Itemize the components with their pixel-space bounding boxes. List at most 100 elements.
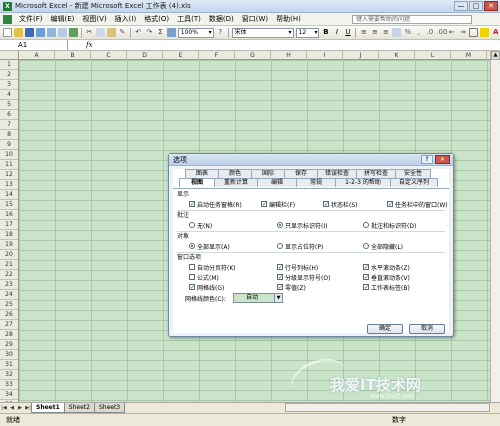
column-header[interactable]: K [379, 51, 415, 60]
currency-icon[interactable]: % [403, 28, 412, 37]
column-header[interactable]: B [55, 51, 91, 60]
undo-icon[interactable]: ↶ [134, 28, 143, 37]
opt-show-all[interactable]: 全部显示(A) [189, 242, 230, 251]
row-header[interactable]: 15 [0, 200, 18, 210]
row-header[interactable]: 20 [0, 250, 18, 260]
radio-icon[interactable] [363, 222, 369, 228]
font-color-icon[interactable]: A [491, 28, 500, 37]
maximize-button[interactable]: □ [469, 1, 483, 11]
opt-status-bar[interactable]: ✓ 状态栏(S) [323, 200, 358, 209]
row-header[interactable]: 17 [0, 220, 18, 230]
radio-icon[interactable] [277, 243, 283, 249]
checkbox-checked-icon[interactable]: ✓ [323, 201, 329, 208]
font-select[interactable]: 宋体 [231, 27, 294, 38]
opt-windows-in-taskbar[interactable]: ✓ 任务栏中的窗口(W) [387, 200, 448, 209]
decrease-decimal-icon[interactable]: .00 [436, 28, 447, 37]
bold-button[interactable]: B [321, 28, 330, 37]
chart-wizard-icon[interactable] [166, 28, 176, 37]
tab-error-checking[interactable]: 错误检查 [317, 169, 357, 178]
tab-calculation[interactable]: 重新计算 [214, 178, 258, 187]
opt-startup-task-pane[interactable]: ✓ 启动任务窗格(R) [189, 200, 242, 209]
row-header[interactable]: 26 [0, 310, 18, 320]
zoom-select[interactable]: 100% [177, 27, 214, 38]
tab-general[interactable]: 常规 [296, 178, 336, 187]
row-header[interactable]: 25 [0, 300, 18, 310]
borders-icon[interactable] [469, 28, 479, 37]
print-icon[interactable] [46, 28, 56, 37]
cancel-button[interactable]: 取消 [409, 324, 445, 334]
checkbox-checked-icon[interactable]: ✓ [387, 201, 393, 208]
row-header[interactable]: 29 [0, 340, 18, 350]
opt-row-col-headers[interactable]: ✓ 行号列标(H) [277, 263, 318, 272]
checkbox-checked-icon[interactable]: ✓ [261, 201, 267, 208]
menu-tools[interactable]: 工具(T) [173, 14, 205, 24]
radio-icon[interactable] [189, 222, 195, 228]
dialog-close-button[interactable]: ✕ [435, 155, 450, 164]
permission-icon[interactable] [35, 28, 45, 37]
radio-selected-icon[interactable] [189, 243, 195, 249]
menu-file[interactable]: 文件(F) [15, 14, 47, 24]
font-size-select[interactable]: 12 [295, 27, 320, 38]
opt-hide-all[interactable]: 全部隐藏(L) [363, 242, 403, 251]
opt-horizontal-scrollbar[interactable]: ✓ 水平滚动条(Z) [363, 263, 410, 272]
row-header[interactable]: 31 [0, 360, 18, 370]
next-sheet-icon[interactable]: ▶ [16, 404, 24, 413]
opt-zero-values[interactable]: ✓ 零值(Z) [277, 283, 306, 292]
tab-international[interactable]: 国际 [251, 169, 285, 178]
tab-save[interactable]: 保存 [284, 169, 318, 178]
opt-formulas[interactable]: 公式(M) [189, 273, 219, 282]
tab-chart[interactable]: 图表 [185, 169, 219, 178]
row-header[interactable]: 11 [0, 160, 18, 170]
menu-edit[interactable]: 编辑(E) [47, 14, 79, 24]
menu-data[interactable]: 数据(D) [205, 14, 238, 24]
tab-lotus-help[interactable]: 1-2-3 的帮助 [335, 178, 391, 187]
merge-center-icon[interactable] [392, 28, 402, 37]
row-header[interactable]: 23 [0, 280, 18, 290]
chevron-down-icon[interactable]: ▼ [274, 294, 282, 302]
save-icon[interactable] [24, 28, 34, 37]
tab-view[interactable]: 视图 [179, 178, 215, 187]
menu-help[interactable]: 帮助(H) [272, 14, 305, 24]
column-header[interactable]: E [163, 51, 199, 60]
checkbox-checked-icon[interactable]: ✓ [363, 264, 369, 271]
tab-color[interactable]: 颜色 [218, 169, 252, 178]
sheet-tab-sheet2[interactable]: Sheet2 [63, 403, 95, 413]
opt-comments-none[interactable]: 无(N) [189, 221, 212, 230]
column-header[interactable]: M [451, 51, 487, 60]
vertical-scrollbar[interactable]: ▲ [490, 51, 500, 402]
column-header[interactable]: F [199, 51, 235, 60]
row-header[interactable]: 24 [0, 290, 18, 300]
opt-gridlines[interactable]: ✓ 网格线(G) [189, 283, 224, 292]
checkbox-icon[interactable] [189, 274, 195, 280]
checkbox-checked-icon[interactable]: ✓ [277, 274, 283, 281]
name-box[interactable]: A1 [0, 40, 68, 50]
row-header[interactable]: 21 [0, 260, 18, 270]
column-header[interactable]: I [307, 51, 343, 60]
row-header[interactable]: 27 [0, 320, 18, 330]
opt-comments-indicator[interactable]: 只显示标识符(I) [277, 221, 327, 230]
menu-format[interactable]: 格式(O) [140, 14, 173, 24]
minimize-button[interactable]: — [454, 1, 468, 11]
decrease-indent-icon[interactable]: ⇤ [447, 28, 456, 37]
row-header[interactable]: 13 [0, 180, 18, 190]
radio-icon[interactable] [363, 243, 369, 249]
column-header[interactable]: J [343, 51, 379, 60]
checkbox-checked-icon[interactable]: ✓ [277, 264, 283, 271]
column-header[interactable]: C [91, 51, 127, 60]
redo-icon[interactable]: ↷ [145, 28, 154, 37]
spelling-icon[interactable] [68, 28, 78, 37]
column-header[interactable]: D [127, 51, 163, 60]
tab-custom-lists[interactable]: 自定义序列 [390, 178, 438, 187]
column-header[interactable]: H [271, 51, 307, 60]
menu-window[interactable]: 窗口(W) [238, 14, 272, 24]
column-header[interactable]: L [415, 51, 451, 60]
print-preview-icon[interactable] [57, 28, 67, 37]
radio-selected-icon[interactable] [277, 222, 283, 228]
row-header[interactable]: 12 [0, 170, 18, 180]
row-header[interactable]: 1 [0, 60, 18, 70]
tab-edit[interactable]: 编辑 [257, 178, 297, 187]
copy-icon[interactable] [95, 28, 105, 37]
autosum-icon[interactable]: Σ [156, 28, 165, 37]
row-header[interactable]: 19 [0, 240, 18, 250]
open-icon[interactable] [13, 28, 23, 37]
